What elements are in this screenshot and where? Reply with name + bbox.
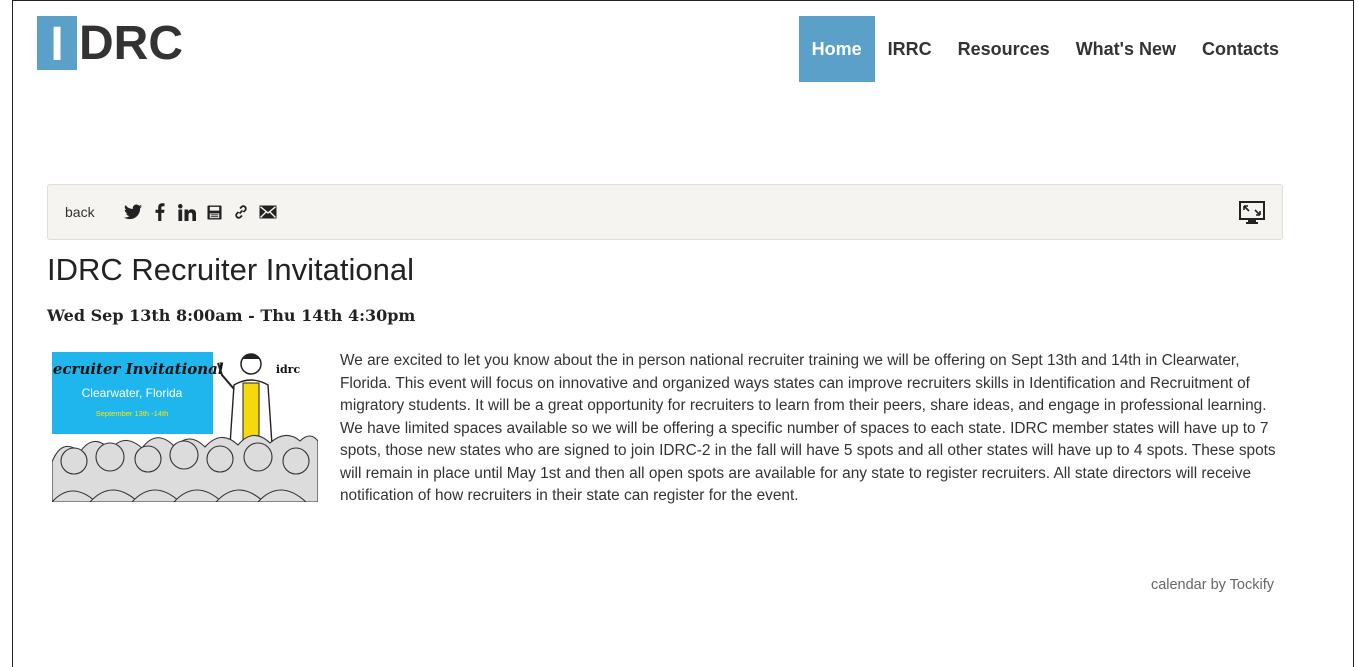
nav-item-whats-new[interactable]: What's New [1063,16,1189,82]
save-icon[interactable] [205,203,223,221]
nav-item-resources[interactable]: Resources [945,16,1063,82]
event-description-text: We are excited to let you know about the… [340,352,1276,504]
event-datetime: Wed Sep 13th 8:00am - Thu 14th 4:30pm [47,306,416,325]
back-link[interactable]: back [65,204,95,220]
event-title: IDRC Recruiter Invitational [47,252,414,287]
tockify-credit-link[interactable]: calendar by Tockify [1151,577,1274,593]
site-logo[interactable]: I DRC [37,16,183,71]
facebook-icon[interactable] [151,203,169,221]
main-nav: Home IRRC Resources What's New Contacts [798,16,1292,82]
linkedin-icon[interactable] [178,203,196,221]
logo-text: DRC [79,16,183,70]
event-toolbar: back [47,184,1283,240]
share-icons [124,203,277,221]
nav-item-contacts[interactable]: Contacts [1189,16,1292,82]
twitter-icon[interactable] [124,203,142,221]
nav-item-home[interactable]: Home [798,16,875,82]
link-icon[interactable] [232,203,250,221]
page-frame [12,0,1354,667]
fullscreen-icon[interactable] [1238,199,1266,227]
image-spacer [47,350,340,526]
logo-mark: I [37,16,77,71]
event-description: We are excited to let you know about the… [47,350,1292,526]
nav-item-irrc[interactable]: IRRC [875,16,945,82]
email-icon[interactable] [259,203,277,221]
